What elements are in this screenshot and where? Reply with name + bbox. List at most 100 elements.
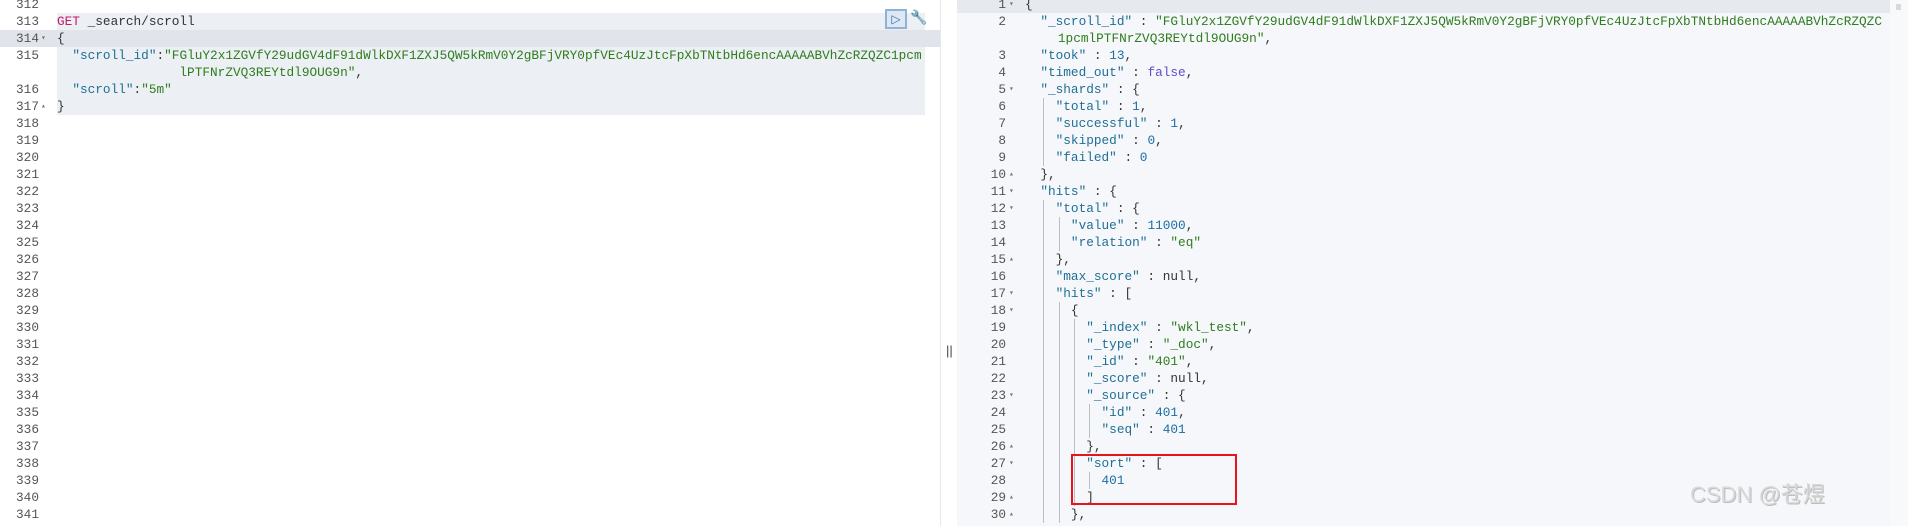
code-text[interactable]: [57, 285, 925, 302]
code-line[interactable]: 335: [0, 404, 940, 421]
fold-caret-up-icon[interactable]: ▴: [1009, 166, 1014, 183]
fold-caret-up-icon[interactable]: ▴: [1009, 489, 1014, 506]
request-editor[interactable]: 312 313 GET _search/scroll 314 ▾ {315 "scroll…: [0, 0, 940, 526]
code-text[interactable]: [57, 183, 925, 200]
code-line[interactable]: 318: [0, 115, 940, 132]
punctuation: : {: [1086, 184, 1117, 199]
code-text[interactable]: GET _search/scroll: [57, 13, 925, 30]
fold-caret-up-icon[interactable]: ▴: [1009, 506, 1014, 523]
response-scrollbar[interactable]: [1890, 0, 1908, 526]
code-text[interactable]: "scroll":"5m": [57, 81, 925, 98]
code-line[interactable]: 321: [0, 166, 940, 183]
code-line[interactable]: 332: [0, 353, 940, 370]
code-line-wrap[interactable]: lPTFNrZVQ3REYtdl9OUG9n",: [0, 64, 940, 81]
scrollbar-thumb[interactable]: [1896, 4, 1901, 10]
pane-resizer[interactable]: ||: [940, 0, 957, 526]
code-line: 5 ▾ "_shards" : {: [957, 81, 1908, 98]
code-text[interactable]: [57, 234, 925, 251]
wrench-icon[interactable]: 🔧: [910, 10, 927, 26]
punctuation: :: [1139, 269, 1163, 284]
fold-caret-down-icon[interactable]: ▾: [1009, 302, 1014, 319]
code-text[interactable]: [57, 166, 925, 183]
response-viewer[interactable]: 1 ▾{2 "_scroll_id" : "FGluY2x1ZGVfY29udGV…: [957, 0, 1908, 526]
code-text[interactable]: [57, 387, 925, 404]
code-line[interactable]: 339: [0, 472, 940, 489]
code-line[interactable]: 341: [0, 506, 940, 523]
code-text[interactable]: [57, 217, 925, 234]
code-text[interactable]: [57, 370, 925, 387]
code-text[interactable]: [57, 438, 925, 455]
code-text[interactable]: [57, 421, 925, 438]
code-text[interactable]: [57, 115, 925, 132]
code-line[interactable]: 330: [0, 319, 940, 336]
code-line[interactable]: 323: [0, 200, 940, 217]
code-text[interactable]: [57, 200, 925, 217]
code-text[interactable]: [57, 472, 925, 489]
resizer-handle[interactable]: ||: [946, 343, 953, 358]
code-text[interactable]: [57, 132, 925, 149]
code-line[interactable]: 325: [0, 234, 940, 251]
fold-caret-down-icon[interactable]: ▾: [1009, 0, 1014, 13]
run-request-button[interactable]: ▷: [885, 9, 907, 29]
code-text: "took" : 13,: [1025, 47, 1888, 64]
code-line[interactable]: 331: [0, 336, 940, 353]
indent-guide: [1073, 438, 1075, 455]
code-text[interactable]: [57, 319, 925, 336]
code-line[interactable]: 312: [0, 0, 940, 13]
code-text[interactable]: [57, 455, 925, 472]
code-text[interactable]: [57, 404, 925, 421]
code-text[interactable]: [57, 489, 925, 506]
code-text[interactable]: lPTFNrZVQ3REYtdl9OUG9n",: [57, 64, 925, 81]
code-line[interactable]: 337: [0, 438, 940, 455]
code-text[interactable]: [57, 506, 925, 523]
line-number: 341: [16, 507, 39, 522]
request-editor-lines[interactable]: 312 313 GET _search/scroll 314 ▾ {315 "scroll…: [0, 0, 940, 523]
fold-caret-down-icon[interactable]: ▾: [1009, 455, 1014, 472]
code-text[interactable]: {: [57, 30, 925, 47]
code-line[interactable]: 324: [0, 217, 940, 234]
code-text[interactable]: [57, 302, 925, 319]
highlight-annotation-box: [1071, 454, 1237, 505]
code-line[interactable]: 320: [0, 149, 940, 166]
code-text[interactable]: [57, 149, 925, 166]
fold-caret-down-icon[interactable]: ▾: [41, 30, 46, 47]
json-number: 1: [1132, 99, 1140, 114]
code-line[interactable]: 327: [0, 268, 940, 285]
fold-caret-up-icon[interactable]: ▴: [1009, 251, 1014, 268]
fold-caret-down-icon[interactable]: ▾: [1009, 81, 1014, 98]
fold-caret-down-icon[interactable]: ▾: [1009, 285, 1014, 302]
code-text[interactable]: [57, 0, 925, 13]
code-line[interactable]: 336: [0, 421, 940, 438]
code-line[interactable]: 313 GET _search/scroll: [0, 13, 940, 30]
code-line[interactable]: 315 "scroll_id":"FGluY2x1ZGVfY29udGV4dF9…: [0, 47, 940, 64]
punctuation: :: [1124, 65, 1148, 80]
code-line[interactable]: 316 "scroll":"5m": [0, 81, 940, 98]
punctuation: :: [1147, 371, 1171, 386]
code-text[interactable]: [57, 268, 925, 285]
code-line[interactable]: 340: [0, 489, 940, 506]
code-line[interactable]: 328: [0, 285, 940, 302]
code-text[interactable]: [57, 251, 925, 268]
line-number: 313: [16, 14, 39, 29]
fold-caret-up-icon[interactable]: ▴: [41, 98, 46, 115]
code-line[interactable]: 314 ▾ {: [0, 30, 940, 47]
fold-caret-down-icon[interactable]: ▾: [1009, 183, 1014, 200]
code-line[interactable]: 319: [0, 132, 940, 149]
json-key: "_source": [1086, 388, 1156, 403]
code-text[interactable]: "scroll_id":"FGluY2x1ZGVfY29udGV4dF91dWl…: [57, 47, 925, 64]
code-line[interactable]: 334: [0, 387, 940, 404]
code-line[interactable]: 322: [0, 183, 940, 200]
code-line[interactable]: 317 ▴}: [0, 98, 940, 115]
fold-caret-down-icon[interactable]: ▾: [1009, 387, 1014, 404]
fold-caret-up-icon[interactable]: ▴: [1009, 438, 1014, 455]
code-line[interactable]: 338: [0, 455, 940, 472]
code-line[interactable]: 326: [0, 251, 940, 268]
code-text[interactable]: [57, 336, 925, 353]
code-line[interactable]: 333: [0, 370, 940, 387]
fold-caret-down-icon[interactable]: ▾: [1009, 200, 1014, 217]
code-text[interactable]: [57, 353, 925, 370]
code-line[interactable]: 329: [0, 302, 940, 319]
code-text[interactable]: }: [57, 98, 925, 115]
json-key: "_type": [1086, 337, 1140, 352]
json-string: 1pcmlPTFNrZVQ3REYtdl9OUG9n": [1057, 31, 1265, 46]
